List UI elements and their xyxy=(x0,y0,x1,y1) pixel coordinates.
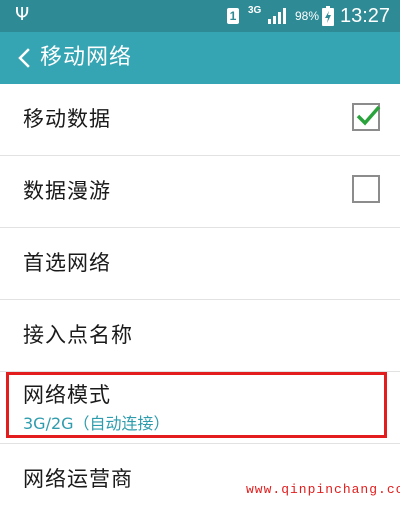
check-icon xyxy=(356,105,381,126)
battery-percent: 98% xyxy=(295,9,320,23)
clock: 13:27 xyxy=(340,5,391,27)
setting-label: 数据漫游 xyxy=(23,179,111,203)
status-bar: Ψ 1 3G 98% 13:27 xyxy=(0,0,400,32)
setting-network-operators[interactable]: 网络运营商 xyxy=(0,444,400,516)
setting-label: 接入点名称 xyxy=(23,323,133,347)
signal-strength-icon xyxy=(267,8,287,28)
app-bar: 移动网络 xyxy=(0,32,400,84)
setting-preferred-network[interactable]: 首选网络 xyxy=(0,228,400,300)
setting-data-roaming[interactable]: 数据漫游 xyxy=(0,156,400,228)
setting-label: 首选网络 xyxy=(23,251,111,275)
highlight-box xyxy=(6,372,387,438)
page-title[interactable]: 移动网络 xyxy=(40,44,132,72)
watermark: www.qinpinchang.com xyxy=(246,482,400,497)
setting-access-point-names[interactable]: 接入点名称 xyxy=(0,300,400,372)
network-type-icon: 3G xyxy=(248,5,262,16)
mobile-data-checkbox[interactable] xyxy=(352,103,381,131)
settings-list: 移动数据 数据漫游 首选网络 接入点名称 网络模式 3G/2G（自动连接） 网络… xyxy=(0,84,400,516)
setting-mobile-data[interactable]: 移动数据 xyxy=(0,84,400,156)
sim-slot-icon: 1 xyxy=(227,8,239,24)
usb-icon: Ψ xyxy=(15,4,30,25)
battery-charging-icon xyxy=(322,6,334,30)
setting-label: 移动数据 xyxy=(23,107,111,131)
chevron-left-icon[interactable] xyxy=(12,45,38,71)
setting-label: 网络运营商 xyxy=(23,467,133,491)
data-roaming-checkbox[interactable] xyxy=(352,175,380,203)
